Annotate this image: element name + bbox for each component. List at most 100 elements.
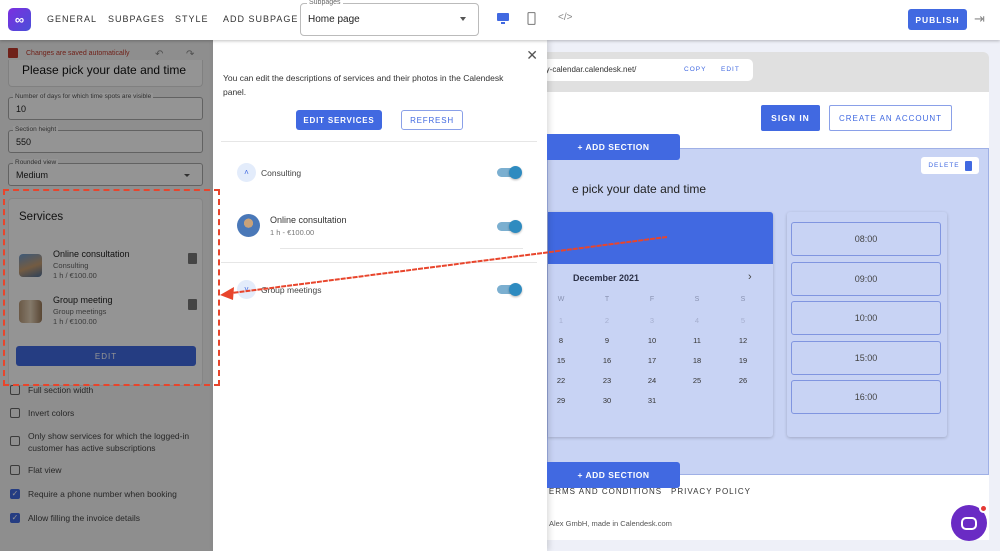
checkbox-subscriptions-only[interactable]: Only show services for which the logged-… [10, 430, 198, 454]
sign-in-button[interactable]: SIGN IN [761, 105, 820, 131]
publish-button[interactable]: PUBLISH [908, 9, 967, 30]
terms-link[interactable]: TERMS AND CONDITIONS [548, 487, 662, 496]
create-account-button[interactable]: CREATE AN ACCOUNT [829, 105, 952, 131]
edit-url-button[interactable]: EDIT [721, 66, 740, 73]
calendar-day[interactable]: 25 [682, 376, 712, 385]
time-slot[interactable]: 15:00 [791, 340, 941, 375]
checkbox[interactable] [10, 385, 20, 395]
checkbox-invoice-details[interactable]: ✓ Allow filling the invoice details [10, 512, 198, 524]
checkbox-invert-colors[interactable]: Invert colors [10, 407, 198, 419]
rounded-view-label: Rounded view [13, 159, 59, 166]
checkbox-require-phone[interactable]: ✓ Require a phone number when booking [10, 488, 198, 500]
nav-general[interactable]: GENERAL [47, 14, 97, 24]
calendar-day: 2 [604, 316, 610, 325]
service-item[interactable]: Group meeting Group meetings 1 h / €100.… [19, 295, 199, 333]
service-group-group-meetings[interactable]: ˅ Group meetings [237, 280, 321, 299]
redo-icon[interactable]: ↷ [186, 49, 194, 60]
chevron-down-icon [460, 17, 466, 21]
calendar-day[interactable]: 29 [546, 396, 576, 405]
add-section-button-bottom[interactable]: + ADD SECTION [547, 462, 680, 488]
undo-icon[interactable]: ↶ [155, 49, 163, 60]
weekday-label: F [649, 296, 655, 303]
edit-services-button[interactable]: EDIT SERVICES [296, 110, 382, 130]
rounded-view-select[interactable]: Rounded view Medium [8, 159, 203, 186]
add-section-button-top[interactable]: + ADD SECTION [547, 134, 680, 160]
checkbox[interactable] [10, 465, 20, 475]
checkbox-full-section-width[interactable]: Full section width [10, 384, 198, 396]
close-icon[interactable]: ✕ [526, 47, 538, 64]
time-slot[interactable]: 08:00 [791, 222, 941, 256]
checkbox-flat-view[interactable]: Flat view [10, 464, 198, 476]
service-toggle[interactable] [497, 219, 522, 233]
desktop-icon[interactable] [496, 12, 510, 28]
delete-section-button[interactable]: DELETE [921, 157, 979, 174]
days-visible-value: 10 [16, 104, 27, 114]
checkbox-checked[interactable]: ✓ [10, 489, 20, 499]
checkbox-label: Invert colors [28, 408, 75, 418]
days-visible-label: Number of days for which time spots are … [13, 93, 154, 100]
calendar-day[interactable]: 8 [546, 336, 576, 345]
section-title: Please pick your date and time [542, 182, 707, 196]
calendar-day: 4 [694, 316, 700, 325]
service-group-consulting[interactable]: ˄ Consulting [237, 163, 301, 182]
nav-style[interactable]: STYLE [175, 14, 209, 24]
calendar-day[interactable]: 11 [682, 336, 712, 345]
calendar-day[interactable]: 10 [637, 336, 667, 345]
calendar-day[interactable]: 19 [728, 356, 758, 365]
nav-add-subpage[interactable]: ADD SUBPAGE [223, 14, 298, 24]
calendar-day[interactable]: 9 [592, 336, 622, 345]
refresh-button[interactable]: REFRESH [401, 110, 463, 130]
save-status: Changes are saved automatically [8, 48, 130, 58]
calendar-day[interactable]: 16 [592, 356, 622, 365]
time-slot[interactable]: 16:00 [791, 380, 941, 414]
weekday-label: S [740, 296, 746, 303]
days-visible-field[interactable]: Number of days for which time spots are … [8, 93, 203, 120]
chevron-right-icon[interactable]: › [748, 271, 752, 283]
chevron-down-icon[interactable]: ˅ [237, 280, 256, 299]
mobile-icon[interactable] [527, 11, 536, 28]
divider [280, 248, 523, 249]
chat-button[interactable] [951, 504, 988, 541]
exit-icon[interactable]: ⇥ [974, 11, 988, 27]
service-price: 1 h / €100.00 [53, 271, 97, 280]
calendesk-logo[interactable]: ∞ [8, 8, 31, 31]
service-price: 1 h - €100.00 [270, 228, 315, 237]
time-slot[interactable]: 10:00 [791, 301, 941, 335]
calendar-day[interactable]: 23 [592, 376, 622, 385]
divider [221, 141, 537, 142]
calendar-day[interactable]: 31 [637, 396, 667, 405]
time-slot[interactable]: 09:00 [791, 261, 941, 296]
calendar-day[interactable]: 30 [592, 396, 622, 405]
calendar-day[interactable]: 12 [728, 336, 758, 345]
copy-url-button[interactable]: COPY [684, 66, 706, 73]
service-category: Group meetings [53, 307, 107, 316]
nav-subpages[interactable]: SUBPAGES [108, 14, 165, 24]
section-height-field[interactable]: Section height 550 [8, 126, 203, 153]
chevron-up-icon[interactable]: ˄ [237, 163, 256, 182]
checkbox-checked[interactable]: ✓ [10, 513, 20, 523]
subpages-select[interactable]: Subpages Home page [300, 0, 479, 36]
checkbox-label: Only show services for which the logged-… [28, 431, 190, 453]
service-item[interactable]: Online consultation Consulting 1 h / €10… [19, 249, 199, 287]
calendar-day[interactable]: 24 [637, 376, 667, 385]
calendar-day[interactable]: 22 [546, 376, 576, 385]
edit-services-button[interactable]: EDIT [16, 346, 196, 366]
trash-icon[interactable] [188, 253, 197, 264]
calendar-day: 1 [558, 316, 564, 325]
calendar-day[interactable]: 18 [682, 356, 712, 365]
calendar-day[interactable]: 17 [637, 356, 667, 365]
booking-section[interactable]: DELETE Please pick your date and time De… [547, 148, 989, 475]
checkbox[interactable] [10, 408, 20, 418]
section-heading-field[interactable]: Please pick your date and time [8, 60, 203, 87]
calendar-day[interactable]: 15 [546, 356, 576, 365]
group-toggle[interactable] [497, 165, 522, 179]
group-toggle[interactable] [497, 282, 522, 296]
calendar-day[interactable]: 26 [728, 376, 758, 385]
section-height-label: Section height [13, 126, 59, 133]
privacy-link[interactable]: PRIVACY POLICY [671, 487, 751, 496]
service-avatar [237, 214, 260, 237]
service-name: Group meeting [53, 295, 113, 305]
trash-icon[interactable] [188, 299, 197, 310]
checkbox[interactable] [10, 436, 20, 446]
code-icon[interactable]: </> [558, 12, 572, 23]
